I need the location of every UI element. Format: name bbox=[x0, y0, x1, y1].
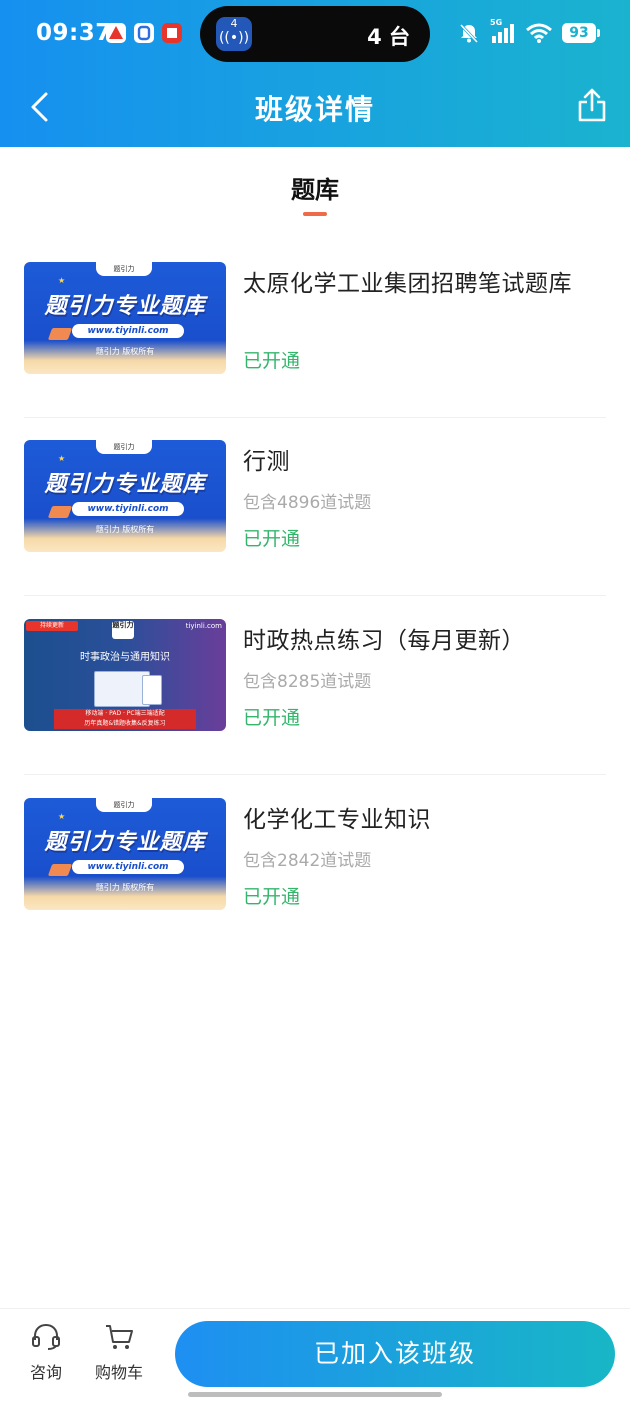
tab-label: 题库 bbox=[291, 176, 339, 204]
divider bbox=[24, 595, 606, 596]
thumb-banner: 移动端 · PAD · PC端三端适配 历年真题&错题收集&反复练习 bbox=[54, 709, 196, 729]
shopping-cart-icon bbox=[106, 1325, 133, 1349]
share-button[interactable] bbox=[576, 86, 608, 126]
tab-active-indicator bbox=[303, 212, 327, 216]
item-status: 已开通 bbox=[243, 350, 301, 372]
item-title: 行测 bbox=[243, 449, 290, 475]
joined-class-button[interactable]: 已加入该班级 bbox=[175, 1321, 615, 1387]
update-tag: 持续更新 bbox=[26, 621, 78, 631]
thumb-url: www.tiyinli.com bbox=[72, 502, 184, 516]
item-thumbnail: 题引力 ★ 题引力专业题库 www.tiyinli.com 题引力 版权所有 bbox=[24, 798, 226, 910]
brand-logo: 题引力 bbox=[96, 262, 152, 276]
item-question-count: 包含8285道试题 bbox=[243, 672, 372, 692]
question-bank-item[interactable]: 题引力 ★ 题引力专业题库 www.tiyinli.com 题引力 版权所有 化… bbox=[0, 776, 630, 954]
notification-app-icon-1 bbox=[106, 23, 126, 43]
notification-app-icon-2 bbox=[134, 23, 154, 43]
thumb-rights: 题引力 版权所有 bbox=[95, 525, 155, 534]
brand-logo: 题引力 bbox=[96, 440, 152, 454]
item-title: 太原化学工业集团招聘笔试题库 bbox=[243, 271, 572, 297]
tab-question-bank[interactable]: 题库 bbox=[0, 170, 630, 216]
book-icon bbox=[47, 864, 73, 876]
status-icons: 5G 93 bbox=[458, 18, 600, 44]
bottom-action-bar: 咨询 购物车 已加入该班级 bbox=[0, 1308, 630, 1401]
cart-label: 购物车 bbox=[94, 1363, 143, 1382]
notification-app-icon-3 bbox=[162, 23, 182, 43]
page-title: 班级详情 bbox=[254, 93, 375, 126]
mute-bell-icon bbox=[459, 23, 479, 44]
cellular-signal-icon: 5G bbox=[490, 18, 516, 44]
island-count: 4 台 bbox=[367, 25, 410, 49]
brand-logo: 题引力 bbox=[112, 621, 134, 639]
item-thumbnail: 题引力 ★ 题引力专业题库 www.tiyinli.com 题引力 版权所有 bbox=[24, 262, 226, 374]
island-badge: 4 bbox=[230, 17, 238, 30]
phone-illustration bbox=[142, 675, 162, 705]
status-bar: 09:37 4 ((•)) 4 台 5G 93 bbox=[0, 0, 630, 68]
question-bank-item[interactable]: 持续更新 题引力 tiyinli.com 时事政治与通用知识 移动端 · PAD… bbox=[0, 597, 630, 775]
thumb-banner-line-1: 移动端 · PAD · PC端三端适配 bbox=[85, 710, 165, 717]
brand-logo: 题引力 bbox=[96, 798, 152, 812]
top-header: 09:37 4 ((•)) 4 台 5G 93 班级详情 bbox=[0, 0, 630, 147]
thumb-rights: 题引力 版权所有 bbox=[95, 883, 155, 892]
broadcast-icon: ((•)) bbox=[218, 30, 250, 46]
home-indicator[interactable] bbox=[188, 1392, 442, 1397]
item-status: 已开通 bbox=[243, 886, 301, 908]
item-question-count: 包含2842道试题 bbox=[243, 851, 372, 871]
book-icon bbox=[47, 506, 73, 518]
item-status: 已开通 bbox=[243, 528, 301, 550]
thumb-headline: 题引力专业题库 bbox=[44, 294, 206, 319]
battery-indicator: 93 bbox=[562, 23, 600, 43]
thumb-url: www.tiyinli.com bbox=[72, 860, 184, 874]
thumb-banner-line-2: 历年真题&错题收集&反复练习 bbox=[84, 720, 166, 727]
thumb-headline: 题引力专业题库 bbox=[44, 472, 206, 497]
thumb-url: www.tiyinli.com bbox=[72, 324, 184, 338]
thumb-headline: 题引力专业题库 bbox=[44, 830, 206, 855]
thumb-headline: 时事政治与通用知识 bbox=[80, 652, 170, 663]
divider bbox=[24, 774, 606, 775]
item-title: 时政热点练习（每月更新） bbox=[243, 628, 525, 654]
cart-button[interactable]: 购物车 bbox=[90, 1323, 148, 1383]
item-title: 化学化工专业知识 bbox=[243, 807, 431, 833]
wifi-icon bbox=[526, 23, 552, 43]
dynamic-island[interactable]: 4 ((•)) 4 台 bbox=[200, 6, 430, 62]
question-bank-item[interactable]: 题引力 ★ 题引力专业题库 www.tiyinli.com 题引力 版权所有 太… bbox=[0, 240, 630, 418]
island-app-icon: 4 ((•)) bbox=[216, 17, 252, 51]
share-icon bbox=[578, 88, 606, 122]
item-thumbnail: 题引力 ★ 题引力专业题库 www.tiyinli.com 题引力 版权所有 bbox=[24, 440, 226, 552]
question-bank-item[interactable]: 题引力 ★ 题引力专业题库 www.tiyinli.com 题引力 版权所有 行… bbox=[0, 418, 630, 596]
star-icon: ★ bbox=[58, 276, 66, 285]
thumb-rights: 题引力 版权所有 bbox=[95, 347, 155, 356]
item-thumbnail: 持续更新 题引力 tiyinli.com 时事政治与通用知识 移动端 · PAD… bbox=[24, 619, 226, 731]
status-time: 09:37 bbox=[36, 20, 112, 46]
item-question-count: 包含4896道试题 bbox=[243, 493, 372, 513]
headset-icon bbox=[32, 1323, 60, 1350]
star-icon: ★ bbox=[58, 812, 66, 821]
consult-label: 咨询 bbox=[29, 1363, 62, 1382]
star-icon: ★ bbox=[58, 454, 66, 463]
thumb-site: tiyinli.com bbox=[185, 622, 222, 630]
item-status: 已开通 bbox=[243, 707, 301, 729]
consult-button[interactable]: 咨询 bbox=[24, 1323, 68, 1383]
book-icon bbox=[47, 328, 73, 340]
